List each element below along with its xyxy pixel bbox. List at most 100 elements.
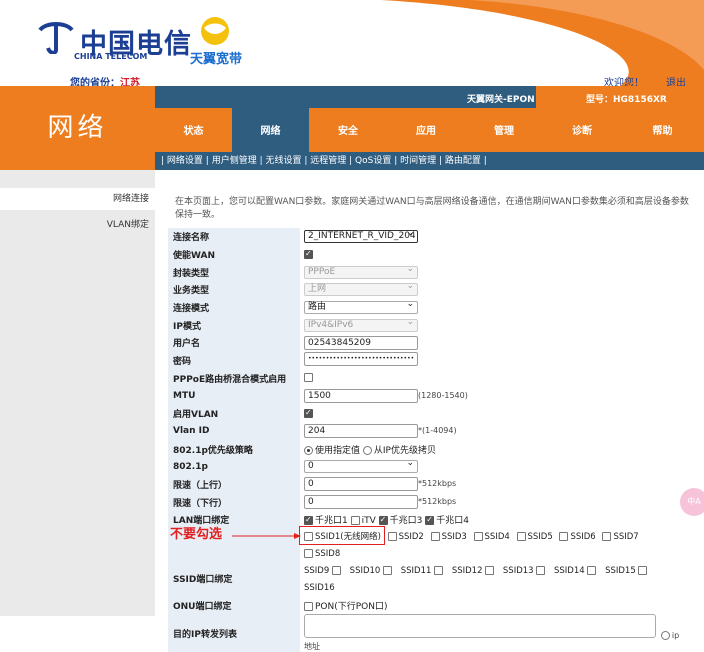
sidebar-item-vlan[interactable]: VLAN绑定 [107, 217, 149, 230]
ssid12-checkbox[interactable] [434, 565, 444, 575]
ssid-label: SSID16 [304, 582, 335, 593]
ssid13-checkbox[interactable] [485, 565, 495, 575]
ssid7-checkbox[interactable] [602, 531, 612, 541]
annotation-text: 不要勾选 [170, 527, 223, 542]
ssid10-checkbox[interactable] [331, 565, 341, 575]
subnav-wireless[interactable]: 无线设置 [265, 156, 301, 166]
ssid-label: SSID13 [502, 565, 534, 576]
ssid3-checkbox[interactable] [430, 531, 440, 541]
china-telecom-logo-icon [38, 22, 74, 54]
subnav-user-side[interactable]: 用户侧管理 [212, 156, 257, 166]
model-label: 型号：HG8156XR [536, 86, 704, 108]
mtu-input[interactable]: 1500 [304, 389, 418, 404]
tianyi-text: 天翼宽带 [190, 52, 243, 67]
tab-apps[interactable]: 应用 [387, 108, 465, 152]
brand-en: CHINA TELECOM [74, 52, 148, 61]
enable-wan-checkbox[interactable] [304, 249, 313, 259]
ssid5-checkbox[interactable] [516, 531, 526, 541]
connection-name-select[interactable]: 2_INTERNET_R_VID_204 [304, 228, 418, 244]
header: 中国电信 CHINA TELECOM 天翼宽带 您的省份：江苏 欢迎您！ 退出 [0, 0, 704, 89]
download-limit-input[interactable]: 0 [304, 495, 418, 510]
lan-label: 千兆口4 [436, 516, 469, 527]
priority-select[interactable]: 0 [304, 458, 418, 474]
tab-security[interactable]: 安全 [309, 108, 387, 152]
info-bar: 天翼网关-EPON 型号：HG8156XR [155, 86, 704, 108]
ip-radio[interactable] [660, 631, 670, 641]
subnav-route[interactable]: 路由配置 [445, 156, 481, 166]
field-label: IP模式 [168, 316, 300, 335]
priority-specified-radio[interactable] [304, 445, 313, 455]
tab-help[interactable]: 帮助 [621, 108, 704, 152]
tab-network[interactable]: 网络 [232, 108, 309, 152]
itv-checkbox[interactable] [350, 516, 360, 526]
lan-label: iTV [361, 516, 376, 527]
upload-hint: *512kbps [418, 479, 457, 489]
annotation-arrow-icon [232, 533, 301, 539]
wan-form: 连接名称2_INTERNET_R_VID_204 使能WAN 封装类型 PPPoE… [168, 228, 680, 652]
field-label: MTU [168, 387, 300, 405]
floating-translate-button[interactable]: 中A [680, 488, 704, 516]
sidebar: 网络连接 VLAN绑定 [0, 170, 155, 616]
lan4-checkbox[interactable] [425, 515, 435, 526]
ssid15-checkbox[interactable] [587, 565, 597, 575]
tab-status[interactable]: 状态 [155, 108, 232, 152]
field-label: 用户名 [168, 334, 300, 352]
field-label: ONU端口绑定 [168, 596, 300, 615]
ssid4-checkbox[interactable] [473, 531, 483, 541]
username-input[interactable]: 02543845209 [304, 335, 418, 350]
vlan-hint: *(1-4094) [418, 426, 457, 436]
subnav-network-settings[interactable]: 网络设置 [167, 156, 203, 166]
ssid-label: SSID8 [315, 548, 341, 559]
ssid-label: SSID4 [484, 531, 510, 542]
ssid2-checkbox[interactable] [387, 531, 397, 541]
field-label: 密码 [168, 351, 300, 370]
ssid-label: SSID11 [400, 565, 432, 576]
subnav-remote[interactable]: 远程管理 [310, 156, 346, 166]
ssid-label: SSID3 [441, 531, 467, 542]
forward-ip-textarea[interactable] [304, 614, 656, 639]
tab-diagnose[interactable]: 诊断 [543, 108, 621, 152]
field-label: 封装类型 [168, 263, 300, 282]
password-input[interactable]: •••••••••••••••••••••••••••••• [304, 352, 418, 367]
field-label: 目的IP转发列表 [168, 614, 300, 652]
enable-vlan-checkbox[interactable] [304, 408, 313, 418]
tab-manage[interactable]: 管理 [465, 108, 543, 152]
download-hint: *512kbps [418, 497, 457, 507]
ssid-label: SSID2 [398, 531, 424, 542]
ip-mode-select: IPv4&IPv6 [304, 317, 418, 332]
ssid11-checkbox[interactable] [383, 565, 393, 575]
field-label: 802.1p [168, 457, 300, 476]
onu-pon-checkbox[interactable] [304, 602, 313, 612]
lan-label: 千兆口3 [389, 516, 423, 527]
gateway-name: 天翼网关-EPON [467, 95, 535, 105]
priority-copy-radio[interactable] [362, 445, 372, 455]
vlan-id-input[interactable]: 204 [304, 424, 418, 439]
mode-select[interactable]: 路由 [304, 299, 418, 315]
field-label: Vlan ID [168, 422, 300, 441]
field-label: 限速（上行） [168, 475, 300, 494]
ssid6-checkbox[interactable] [559, 531, 569, 541]
service-select: 上网 [304, 281, 418, 297]
ssid14-checkbox[interactable] [536, 565, 546, 575]
tianyi-logo-icon [201, 17, 229, 45]
sidebar-item-wan[interactable]: 网络连接 [0, 188, 155, 210]
field-label: 使能WAN [168, 245, 300, 264]
pppoe-bridge-checkbox[interactable] [304, 373, 313, 383]
ssid-label: SSID7 [613, 531, 639, 542]
field-label: 连接模式 [168, 298, 300, 317]
onu-label: PON(下行PON口) [315, 602, 388, 613]
upload-limit-input[interactable]: 0 [304, 477, 418, 492]
field-label: 启用VLAN [168, 404, 300, 423]
subnav-time[interactable]: 时间管理 [400, 156, 436, 166]
field-label: 802.1p优先级策略 [168, 440, 300, 458]
subnav-qos[interactable]: QoS设置 [355, 156, 391, 166]
main-tabs: 状态 网络 安全 应用 管理 诊断 帮助 [155, 108, 704, 152]
field-label: PPPoE路由桥混合模式启用 [168, 369, 300, 388]
lan3-checkbox[interactable] [378, 515, 388, 526]
ssid16-checkbox[interactable] [638, 565, 648, 575]
ssid8-checkbox[interactable] [304, 548, 313, 558]
ssid-label: SSID6 [570, 531, 596, 542]
ssid-label: SSID12 [451, 565, 483, 576]
lan1-checkbox[interactable] [304, 515, 313, 526]
ssid-label: SSID5 [527, 531, 553, 542]
